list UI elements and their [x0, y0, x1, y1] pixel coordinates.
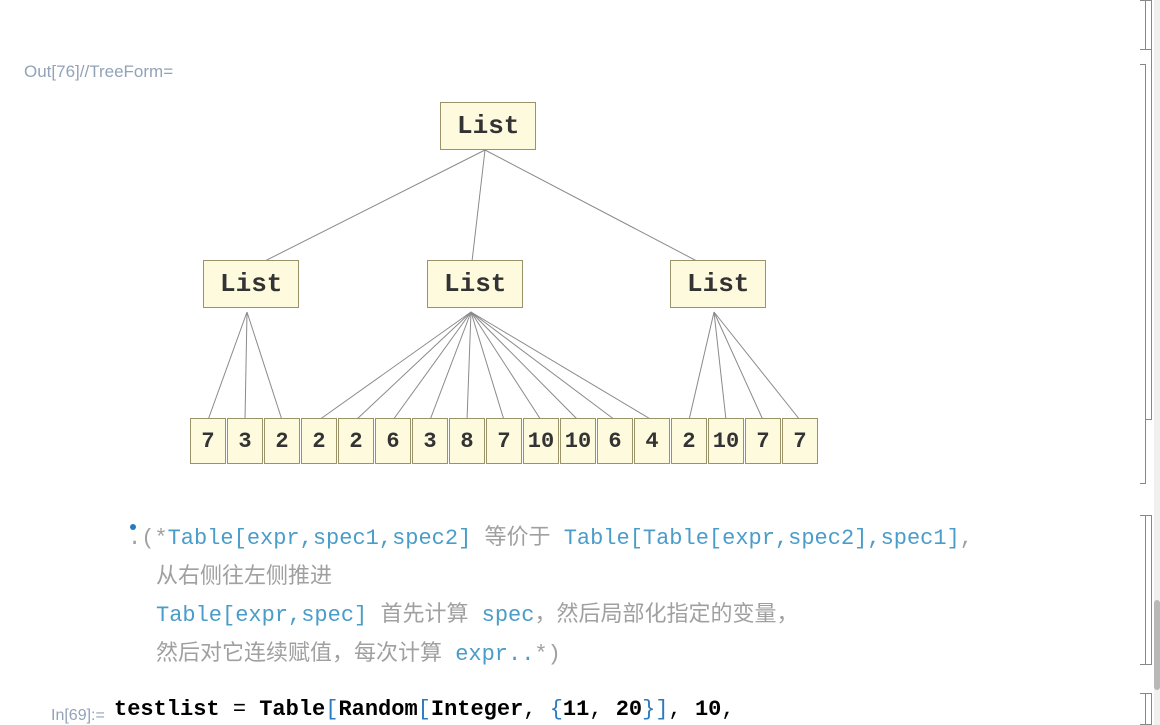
cell-bracket[interactable]: [1146, 515, 1152, 665]
input-label: In[69]:=: [51, 707, 105, 725]
brace: {: [550, 697, 563, 722]
text: 等价于: [471, 526, 563, 551]
comma: ,: [379, 526, 392, 551]
tree-node-leaf: 4: [634, 418, 670, 464]
symbol: spec: [482, 603, 535, 628]
text: 首先计算: [367, 603, 481, 628]
tree-form-output: List List List List 7 3 2 2 2 6 3 8 7 10…: [0, 90, 1100, 490]
symbol: Random: [338, 697, 417, 722]
cell-bracket[interactable]: [1146, 693, 1152, 725]
tree-node-leaf: 10: [560, 418, 596, 464]
comma: ,: [300, 526, 313, 551]
bracket: [: [325, 697, 338, 722]
comment-delim: .(*: [128, 526, 168, 551]
symbol: spec1: [881, 526, 947, 551]
symbol: spec1: [313, 526, 379, 551]
symbol: spec2: [788, 526, 854, 551]
input-code[interactable]: testlist = Table[Random[Integer, {11, 20…: [114, 697, 735, 722]
brace: }: [642, 697, 655, 722]
symbol: Integer: [431, 697, 523, 722]
symbol: spec: [301, 603, 354, 628]
tree-node-leaf: 10: [708, 418, 744, 464]
tree-node-leaf: 2: [264, 418, 300, 464]
symbol: Table: [643, 526, 709, 551]
tree-node-leaf: 3: [412, 418, 448, 464]
bracket: ]: [354, 603, 367, 628]
bracket: [: [709, 526, 722, 551]
symbol: Table: [564, 526, 630, 551]
tree-node-leaf: 8: [449, 418, 485, 464]
comment-line: .(*Table[expr,spec1,spec2] 等价于 Table[Tab…: [128, 520, 973, 559]
output-label: Out[76]//TreeForm=: [24, 62, 173, 82]
symbol: expr: [235, 603, 288, 628]
comma: ,: [867, 526, 880, 551]
number: 11: [563, 697, 589, 722]
tree-node-leaf: 2: [671, 418, 707, 464]
comma: ,: [288, 603, 301, 628]
cell-bracket[interactable]: [1140, 64, 1146, 484]
symbol: Table: [168, 526, 234, 551]
bracket: ]: [458, 526, 471, 551]
tree-node-mid: List: [670, 260, 766, 308]
symbol: Table: [156, 603, 222, 628]
comment-line: 然后对它连续赋值，每次计算 expr..*): [156, 636, 973, 675]
comma: ,: [960, 526, 973, 551]
text: ，然后局部化指定的变量，: [534, 603, 798, 628]
comma: ,: [669, 697, 695, 722]
comma: ,: [589, 697, 615, 722]
symbol: spec2: [392, 526, 458, 551]
tree-node-mid: List: [203, 260, 299, 308]
bracket: [: [234, 526, 247, 551]
cell-bracket[interactable]: [1140, 515, 1146, 665]
comma: ,: [721, 697, 734, 722]
bracket: [: [630, 526, 643, 551]
comment-text: .(*Table[expr,spec1,spec2] 等价于 Table[Tab…: [128, 520, 973, 674]
operator: =: [220, 697, 260, 722]
tree-node-leaf: 2: [338, 418, 374, 464]
symbol: testlist: [114, 697, 220, 722]
tree-node-leaf: 6: [375, 418, 411, 464]
symbol: expr: [247, 526, 300, 551]
comma: ,: [523, 697, 549, 722]
symbol: Table: [259, 697, 325, 722]
tree-node-mid: List: [427, 260, 523, 308]
comment-line: 从右侧往左侧推进: [156, 559, 973, 598]
bracket: ]: [854, 526, 867, 551]
symbol: expr..: [455, 642, 534, 667]
bracket: ]: [947, 526, 960, 551]
tree-node-leaf: 2: [301, 418, 337, 464]
tree-node-leaf: 7: [745, 418, 781, 464]
tree-node-leaf: 7: [190, 418, 226, 464]
comma: ,: [775, 526, 788, 551]
bracket: [: [418, 697, 431, 722]
bracket: ]: [655, 697, 668, 722]
text: 然后对它连续赋值，每次计算: [156, 642, 455, 667]
symbol: expr: [722, 526, 775, 551]
comment-line: Table[expr,spec] 首先计算 spec，然后局部化指定的变量，: [156, 597, 973, 636]
tree-node-leaf: 3: [227, 418, 263, 464]
scrollbar-thumb[interactable]: [1154, 600, 1160, 690]
cell-bracket[interactable]: [1140, 693, 1146, 725]
tree-node-leaf: 7: [782, 418, 818, 464]
tree-node-leaf: 7: [486, 418, 522, 464]
bracket: [: [222, 603, 235, 628]
number: 20: [616, 697, 642, 722]
number: 10: [695, 697, 721, 722]
comment-delim: *): [534, 642, 560, 667]
tree-node-root: List: [440, 102, 536, 150]
tree-node-leaf: 6: [597, 418, 633, 464]
cell-bracket[interactable]: [1146, 0, 1152, 420]
tree-node-leaf: 10: [523, 418, 559, 464]
